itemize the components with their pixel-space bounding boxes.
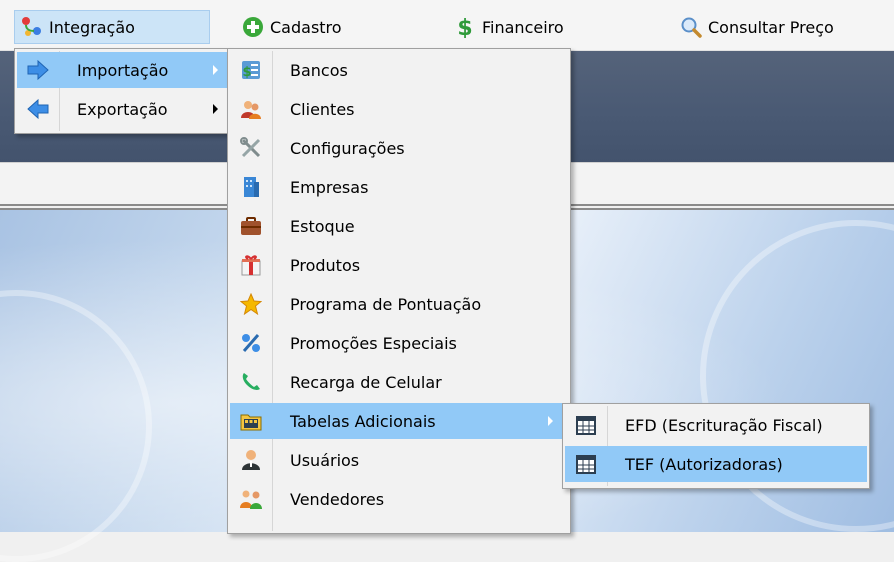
menu-financeiro-label: Financeiro <box>482 17 564 37</box>
menu-financeiro[interactable]: $ Financeiro <box>448 10 608 44</box>
menu-item-bancos-label: Bancos <box>290 60 348 80</box>
menu-item-exportacao-label: Exportação <box>77 99 168 119</box>
menu-integracao[interactable]: Integração <box>14 10 210 44</box>
plus-circle-icon <box>242 16 264 38</box>
integracao-dropdown: Importação Exportação <box>14 48 230 134</box>
menu-item-efd[interactable]: EFD (Escrituração Fiscal) <box>565 407 867 443</box>
submenu-arrow-icon <box>213 65 218 75</box>
user-icon <box>240 449 262 471</box>
integration-icon <box>21 16 43 38</box>
menu-item-recarga-celular-label: Recarga de Celular <box>290 372 442 392</box>
menu-item-vendedores-label: Vendedores <box>290 489 385 509</box>
menu-item-clientes[interactable]: Clientes <box>230 91 568 127</box>
submenu-arrow-icon <box>213 104 218 114</box>
menu-item-tabelas-adicionais[interactable]: Tabelas Adicionais <box>230 403 568 439</box>
calendar-table-icon <box>575 414 597 436</box>
menu-item-clientes-label: Clientes <box>290 99 355 119</box>
building-icon <box>240 176 262 198</box>
menu-cadastro-label: Cadastro <box>270 17 342 37</box>
clients-icon <box>240 98 262 120</box>
sellers-icon <box>240 488 262 510</box>
menu-item-recarga-celular[interactable]: Recarga de Celular <box>230 364 568 400</box>
table-folder-icon <box>240 410 262 432</box>
menu-item-produtos-label: Produtos <box>290 255 361 275</box>
menu-item-produtos[interactable]: Produtos <box>230 247 568 283</box>
percent-icon <box>240 332 262 354</box>
menu-item-promocoes-especiais-label: Promoções Especiais <box>290 333 457 353</box>
submenu-arrow-icon <box>548 416 553 426</box>
svg-text:$: $ <box>457 16 472 38</box>
svg-text:$: $ <box>242 65 251 80</box>
menu-item-configuracoes-label: Configurações <box>290 138 405 158</box>
menu-item-estoque-label: Estoque <box>290 216 355 236</box>
menu-item-usuarios[interactable]: Usuários <box>230 442 568 478</box>
star-icon <box>239 292 263 316</box>
arrow-right-icon <box>27 59 49 81</box>
menu-item-vendedores[interactable]: Vendedores <box>230 481 568 517</box>
menu-item-empresas[interactable]: Empresas <box>230 169 568 205</box>
menu-item-promocoes-especiais[interactable]: Promoções Especiais <box>230 325 568 361</box>
menu-item-programa-pontuacao-label: Programa de Pontuação <box>290 294 482 314</box>
menu-item-importacao-label: Importação <box>77 60 169 80</box>
calendar-table-icon <box>575 453 597 475</box>
dollar-icon: $ <box>454 16 476 41</box>
bank-icon: $ <box>240 59 262 81</box>
briefcase-icon <box>240 215 262 237</box>
menu-consultar-preco[interactable]: Consultar Preço <box>674 10 886 44</box>
importacao-submenu: $ Bancos Clientes Configurações Empresas… <box>227 48 571 534</box>
arrow-left-icon <box>27 98 49 120</box>
menu-item-programa-pontuacao[interactable]: Programa de Pontuação <box>230 286 568 322</box>
menu-cadastro[interactable]: Cadastro <box>236 10 386 44</box>
menu-bar: Integração Cadastro $ Financeiro Consult… <box>0 0 894 51</box>
menu-item-empresas-label: Empresas <box>290 177 369 197</box>
menu-item-importacao[interactable]: Importação <box>17 52 227 88</box>
tools-icon <box>240 137 262 159</box>
menu-consultar-preco-label: Consultar Preço <box>708 17 834 37</box>
menu-item-estoque[interactable]: Estoque <box>230 208 568 244</box>
menu-item-configuracoes[interactable]: Configurações <box>230 130 568 166</box>
menu-item-tef[interactable]: TEF (Autorizadoras) <box>565 446 867 482</box>
menu-item-efd-label: EFD (Escrituração Fiscal) <box>625 415 823 435</box>
menu-item-exportacao[interactable]: Exportação <box>17 91 227 127</box>
magnifier-icon <box>680 16 702 38</box>
gift-icon <box>240 254 262 276</box>
menu-integracao-label: Integração <box>49 17 135 37</box>
phone-icon <box>240 371 262 393</box>
menu-item-usuarios-label: Usuários <box>290 450 360 470</box>
menu-item-tabelas-adicionais-label: Tabelas Adicionais <box>290 411 436 431</box>
menu-item-tef-label: TEF (Autorizadoras) <box>625 454 783 474</box>
menu-item-bancos[interactable]: $ Bancos <box>230 52 568 88</box>
tabelas-adicionais-submenu: EFD (Escrituração Fiscal) TEF (Autorizad… <box>562 403 870 489</box>
